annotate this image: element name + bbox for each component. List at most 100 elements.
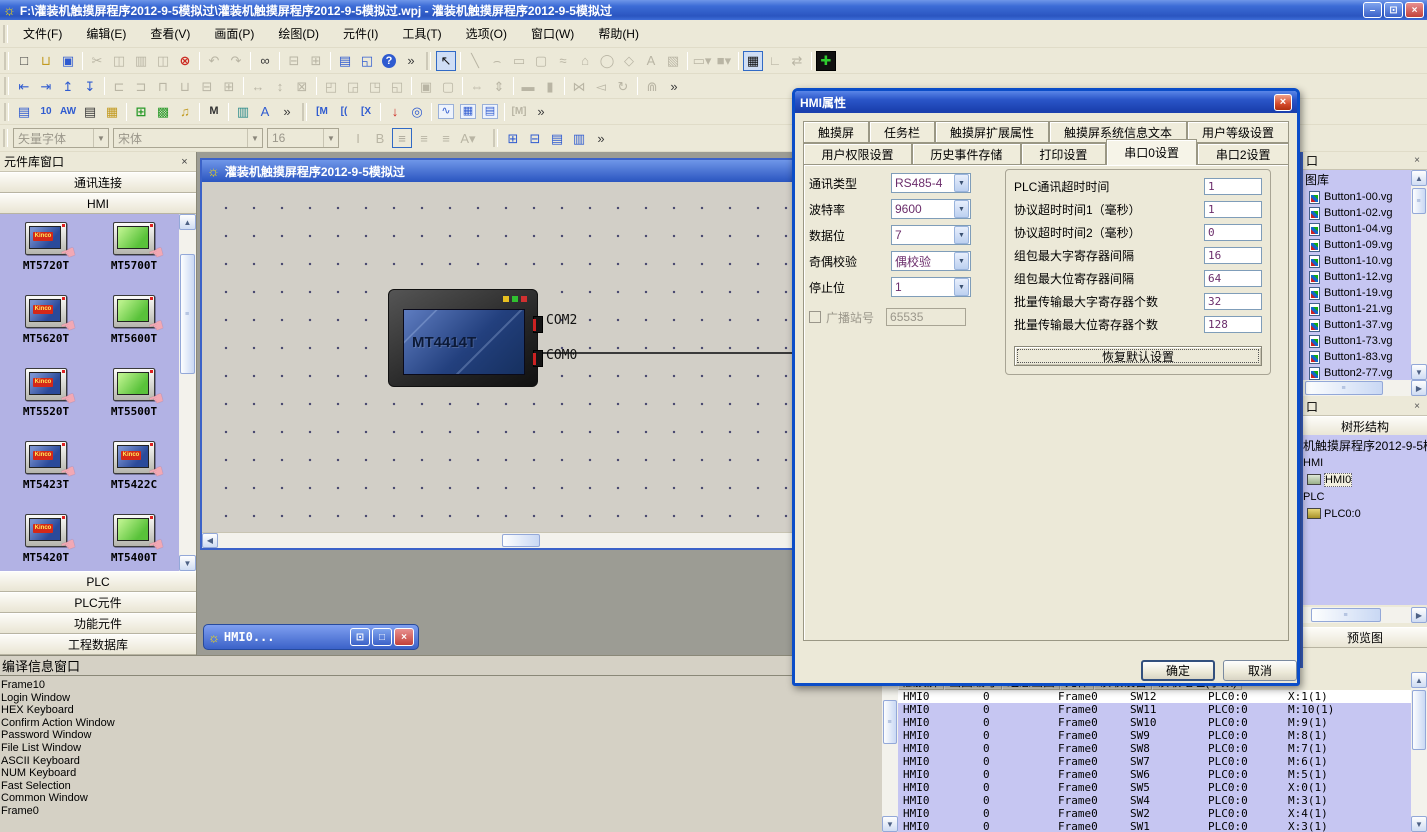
italic-button[interactable]: I	[348, 128, 368, 148]
plc-parameter-input[interactable]: 64	[1204, 270, 1262, 287]
center-vertical-icon[interactable]: ⊞	[219, 76, 239, 96]
gallery-file-item[interactable]: Button2-77.vg	[1303, 365, 1427, 380]
gallery-file-item[interactable]: Button1-10.vg	[1303, 253, 1427, 269]
ellipse-tool-icon[interactable]: ◯	[597, 51, 617, 71]
device-thumbnail[interactable]: Kinco ☚ MT5600T	[90, 289, 178, 362]
dialog-close-button[interactable]: ×	[1274, 94, 1292, 111]
recipe-icon[interactable]: ▤	[480, 102, 500, 122]
refresh-icon[interactable]: ⇄	[787, 51, 807, 71]
restore-button[interactable]: ⊡	[1384, 2, 1403, 18]
paste-icon[interactable]: ▥	[131, 51, 151, 71]
tree-node[interactable]: HMI0	[1303, 471, 1427, 488]
device-thumbnail[interactable]: Kinco ☚ MT5520T	[2, 362, 90, 435]
table-row[interactable]: HMI0 0 Frame0 SW7 PLC0:0 M:6(1)	[898, 755, 1411, 768]
address-book-icon[interactable]: ▤	[335, 51, 355, 71]
align-right-icon[interactable]: ⊐	[131, 76, 151, 96]
rotate-icon[interactable]: ↻	[613, 76, 633, 96]
send-backward-icon[interactable]: ◲	[343, 76, 363, 96]
flip-horizontal-icon[interactable]: ⋈	[569, 76, 589, 96]
ruler-horizontal-icon[interactable]: ▬	[518, 76, 538, 96]
dialog-tab[interactable]: 任务栏	[869, 121, 935, 143]
plc-parameter-input[interactable]: 32	[1204, 293, 1262, 310]
device-thumbnail[interactable]: Kinco ☚ MT5420T	[2, 508, 90, 571]
align-top-icon[interactable]: ⊓	[153, 76, 173, 96]
flip-vertical-icon[interactable]: ◅	[591, 76, 611, 96]
dialog-tab[interactable]: 触摸屏扩展属性	[935, 121, 1049, 143]
space-horizontal-icon[interactable]: ⇔	[467, 76, 487, 96]
library-section-button[interactable]: 工程数据库	[0, 634, 196, 655]
horizontal-scrollbar[interactable]: ≡ ▶	[1303, 607, 1427, 623]
close-icon[interactable]: ×	[177, 155, 192, 169]
offline-simulate-icon[interactable]: [M]	[509, 102, 529, 122]
com2-connector[interactable]	[533, 316, 543, 333]
table-row[interactable]: HMI0 0 Frame0 SW8 PLC0:0 M:7(1)	[898, 742, 1411, 755]
sound-library-icon[interactable]: ♫	[175, 102, 195, 122]
compile-message-line[interactable]: Login Window	[1, 692, 882, 705]
menu-item[interactable]: 编辑(E)	[76, 23, 136, 44]
table-row[interactable]: HMI0 0 Frame0 SW11 PLC0:0 M:10(1)	[898, 703, 1411, 716]
scrollbar-thumb[interactable]	[1412, 690, 1426, 750]
state-list-icon[interactable]: ▤	[547, 128, 567, 148]
rounded-rect-tool-icon[interactable]: ▢	[531, 51, 551, 71]
library-section-button[interactable]: 功能元件	[0, 613, 196, 634]
library-section-button[interactable]: PLC元件	[0, 592, 196, 613]
menu-item[interactable]: 窗口(W)	[521, 23, 584, 44]
menu-item[interactable]: 查看(V)	[140, 23, 200, 44]
new-icon[interactable]: □	[14, 51, 34, 71]
device-thumbnail[interactable]: Kinco ☚ MT5620T	[2, 289, 90, 362]
menu-item[interactable]: 元件(I)	[333, 23, 388, 44]
nudge-left-icon[interactable]: ⇤	[14, 76, 34, 96]
compile-message-line[interactable]: HEX Keyboard	[1, 704, 882, 717]
state-copy-icon[interactable]: ▥	[569, 128, 589, 148]
table-row[interactable]: HMI0 0 Frame0 SW12 PLC0:0 X:1(1)	[898, 690, 1411, 703]
device-thumbnail[interactable]: Kinco ☚ MT5423T	[2, 435, 90, 508]
print-preview-icon[interactable]: ⊟	[284, 51, 304, 71]
multi-select-icon[interactable]: ◱	[357, 51, 377, 71]
menu-item[interactable]: 文件(F)	[13, 23, 72, 44]
cancel-button[interactable]: 取消	[1223, 660, 1297, 681]
grid-toggle-icon[interactable]: ▦	[743, 51, 763, 71]
hmi-device[interactable]: MT4414T	[388, 289, 538, 387]
device-thumbnail[interactable]: Kinco ☚ MT5422C	[90, 435, 178, 508]
table-row[interactable]: HMI0 0 Frame0 SW5 PLC0:0 X:0(1)	[898, 781, 1411, 794]
same-width-icon[interactable]: ↔	[248, 76, 268, 96]
menu-item[interactable]: 工具(T)	[392, 23, 451, 44]
scroll-right-button[interactable]: ▶	[1411, 380, 1427, 396]
duplicate-icon[interactable]: ◫	[153, 51, 173, 71]
compile-message-line[interactable]: Frame0	[1, 805, 882, 818]
close-icon[interactable]: ×	[1410, 401, 1424, 412]
horizontal-scrollbar[interactable]: ≡ ▶	[1303, 380, 1427, 396]
align-left-icon[interactable]: ⊏	[109, 76, 129, 96]
arc-tool-icon[interactable]: ⌢	[487, 51, 507, 71]
gallery-file-item[interactable]: Button1-83.vg	[1303, 349, 1427, 365]
dialog-tab[interactable]: 用户权限设置	[803, 143, 912, 165]
dialog-tab[interactable]: 历史事件存储	[912, 143, 1021, 165]
text-tool-icon[interactable]: A	[641, 51, 661, 71]
tree-structure-button[interactable]: 树形结构	[1303, 416, 1427, 437]
bold-button[interactable]: B	[370, 128, 390, 148]
table-row[interactable]: HMI0 0 Frame0 SW10 PLC0:0 M:9(1)	[898, 716, 1411, 729]
scrollbar-thumb[interactable]: ≡	[1305, 381, 1383, 395]
scroll-up-button[interactable]: ▲	[1411, 170, 1427, 186]
preview-button[interactable]: 预览图	[1303, 627, 1427, 648]
compile-message-line[interactable]: Confirm Action Window	[1, 717, 882, 730]
scrollbar-thumb[interactable]: ≡	[1412, 188, 1426, 214]
bring-to-front-icon[interactable]: ◳	[365, 76, 385, 96]
image-tool-icon[interactable]: ▧	[663, 51, 683, 71]
menu-item[interactable]: 画面(P)	[204, 23, 264, 44]
label-library-icon[interactable]: AW	[58, 102, 78, 122]
compile-message-line[interactable]: ASCII Keyboard	[1, 755, 882, 768]
gallery-file-item[interactable]: Button1-21.vg	[1303, 301, 1427, 317]
plc-parameter-input[interactable]: 1	[1204, 201, 1262, 218]
history-chart-icon[interactable]: ▦	[458, 102, 478, 122]
polyline-tool-icon[interactable]: ≈	[553, 51, 573, 71]
export-icon[interactable]: ▥	[233, 102, 253, 122]
tree-node[interactable]: 机触摸屏程序2012-9-5模	[1303, 437, 1427, 454]
scroll-left-button[interactable]: ◀	[202, 533, 218, 548]
ruler-vertical-icon[interactable]: ▮	[540, 76, 560, 96]
snap-icon[interactable]: ∟	[765, 51, 785, 71]
compile-message-line[interactable]: Password Window	[1, 729, 882, 742]
nudge-down-icon[interactable]: ↧	[80, 76, 100, 96]
device-thumbnail[interactable]: Kinco ☚ MT5500T	[90, 362, 178, 435]
border-style-icon[interactable]: ▭▾	[692, 51, 712, 71]
